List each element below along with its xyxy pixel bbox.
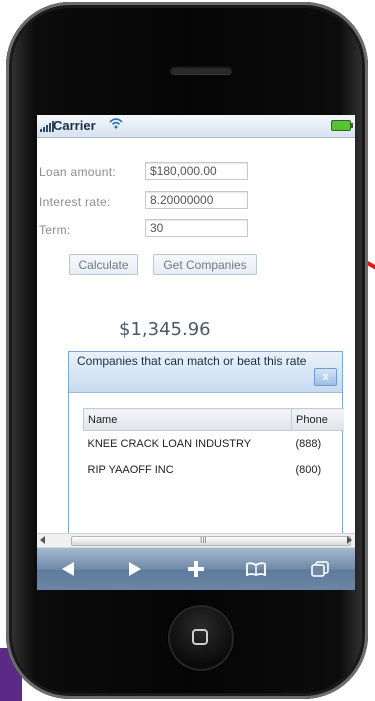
scrollbar-thumb[interactable]: III bbox=[71, 536, 351, 546]
bookmarks-icon[interactable] bbox=[242, 558, 270, 580]
forward-icon[interactable] bbox=[121, 558, 149, 580]
table-row[interactable]: RIP YAAOFF INC (800) bbox=[84, 457, 345, 483]
home-button-icon bbox=[192, 629, 208, 645]
company-phone-cell: (888) bbox=[295, 438, 322, 450]
monthly-payment-result: $1,345.96 bbox=[119, 319, 211, 340]
wifi-icon bbox=[109, 117, 123, 132]
scroll-left-icon[interactable] bbox=[40, 536, 45, 544]
loan-amount-label: Loan amount: bbox=[39, 165, 116, 179]
battery-icon bbox=[331, 120, 353, 131]
pages-icon[interactable] bbox=[306, 558, 334, 580]
dialog-title: Companies that can match or beat this ra… bbox=[77, 354, 307, 368]
carrier-name: Carrier bbox=[53, 118, 96, 133]
close-button[interactable]: x bbox=[314, 368, 337, 386]
scrollbar-grip: III bbox=[200, 536, 207, 545]
earpiece-speaker bbox=[170, 66, 232, 74]
loan-amount-input[interactable]: $180,000.00 bbox=[145, 162, 248, 180]
interest-rate-label: Interest rate: bbox=[39, 195, 111, 209]
horizontal-scrollbar[interactable]: III bbox=[37, 533, 355, 547]
company-name-cell: KNEE CRACK LOAN INDUSTRY bbox=[87, 438, 252, 450]
term-label: Term: bbox=[39, 223, 71, 237]
phone-screen: Carrier Loan amount: $180,000.00 Interes… bbox=[37, 115, 355, 590]
column-header-phone[interactable]: Phone bbox=[291, 408, 344, 431]
companies-table-container: Name Phone KNEE CRACK LOAN INDUSTRY (888… bbox=[83, 408, 344, 528]
close-icon: x bbox=[322, 371, 329, 383]
status-bar: Carrier bbox=[37, 115, 355, 138]
scroll-right-icon[interactable] bbox=[347, 536, 352, 544]
term-input[interactable]: 30 bbox=[145, 219, 248, 237]
company-phone-cell: (800) bbox=[295, 464, 322, 476]
companies-table: Name Phone KNEE CRACK LOAN INDUSTRY (888… bbox=[83, 408, 344, 483]
signal-strength-icon bbox=[40, 121, 54, 132]
interest-rate-input[interactable]: 8.20000000 bbox=[145, 191, 248, 209]
browser-toolbar bbox=[37, 547, 355, 590]
table-header-row: Name Phone bbox=[83, 408, 344, 431]
column-header-name[interactable]: Name bbox=[83, 408, 292, 431]
dialog-header: Companies that can match or beat this ra… bbox=[69, 352, 342, 393]
add-icon[interactable] bbox=[182, 558, 210, 580]
get-companies-button[interactable]: Get Companies bbox=[153, 254, 257, 275]
table-row[interactable]: KNEE CRACK LOAN INDUSTRY (888) bbox=[84, 431, 345, 458]
calculate-button[interactable]: Calculate bbox=[69, 254, 138, 275]
back-icon[interactable] bbox=[54, 558, 82, 580]
company-name-cell: RIP YAAOFF INC bbox=[87, 464, 174, 476]
